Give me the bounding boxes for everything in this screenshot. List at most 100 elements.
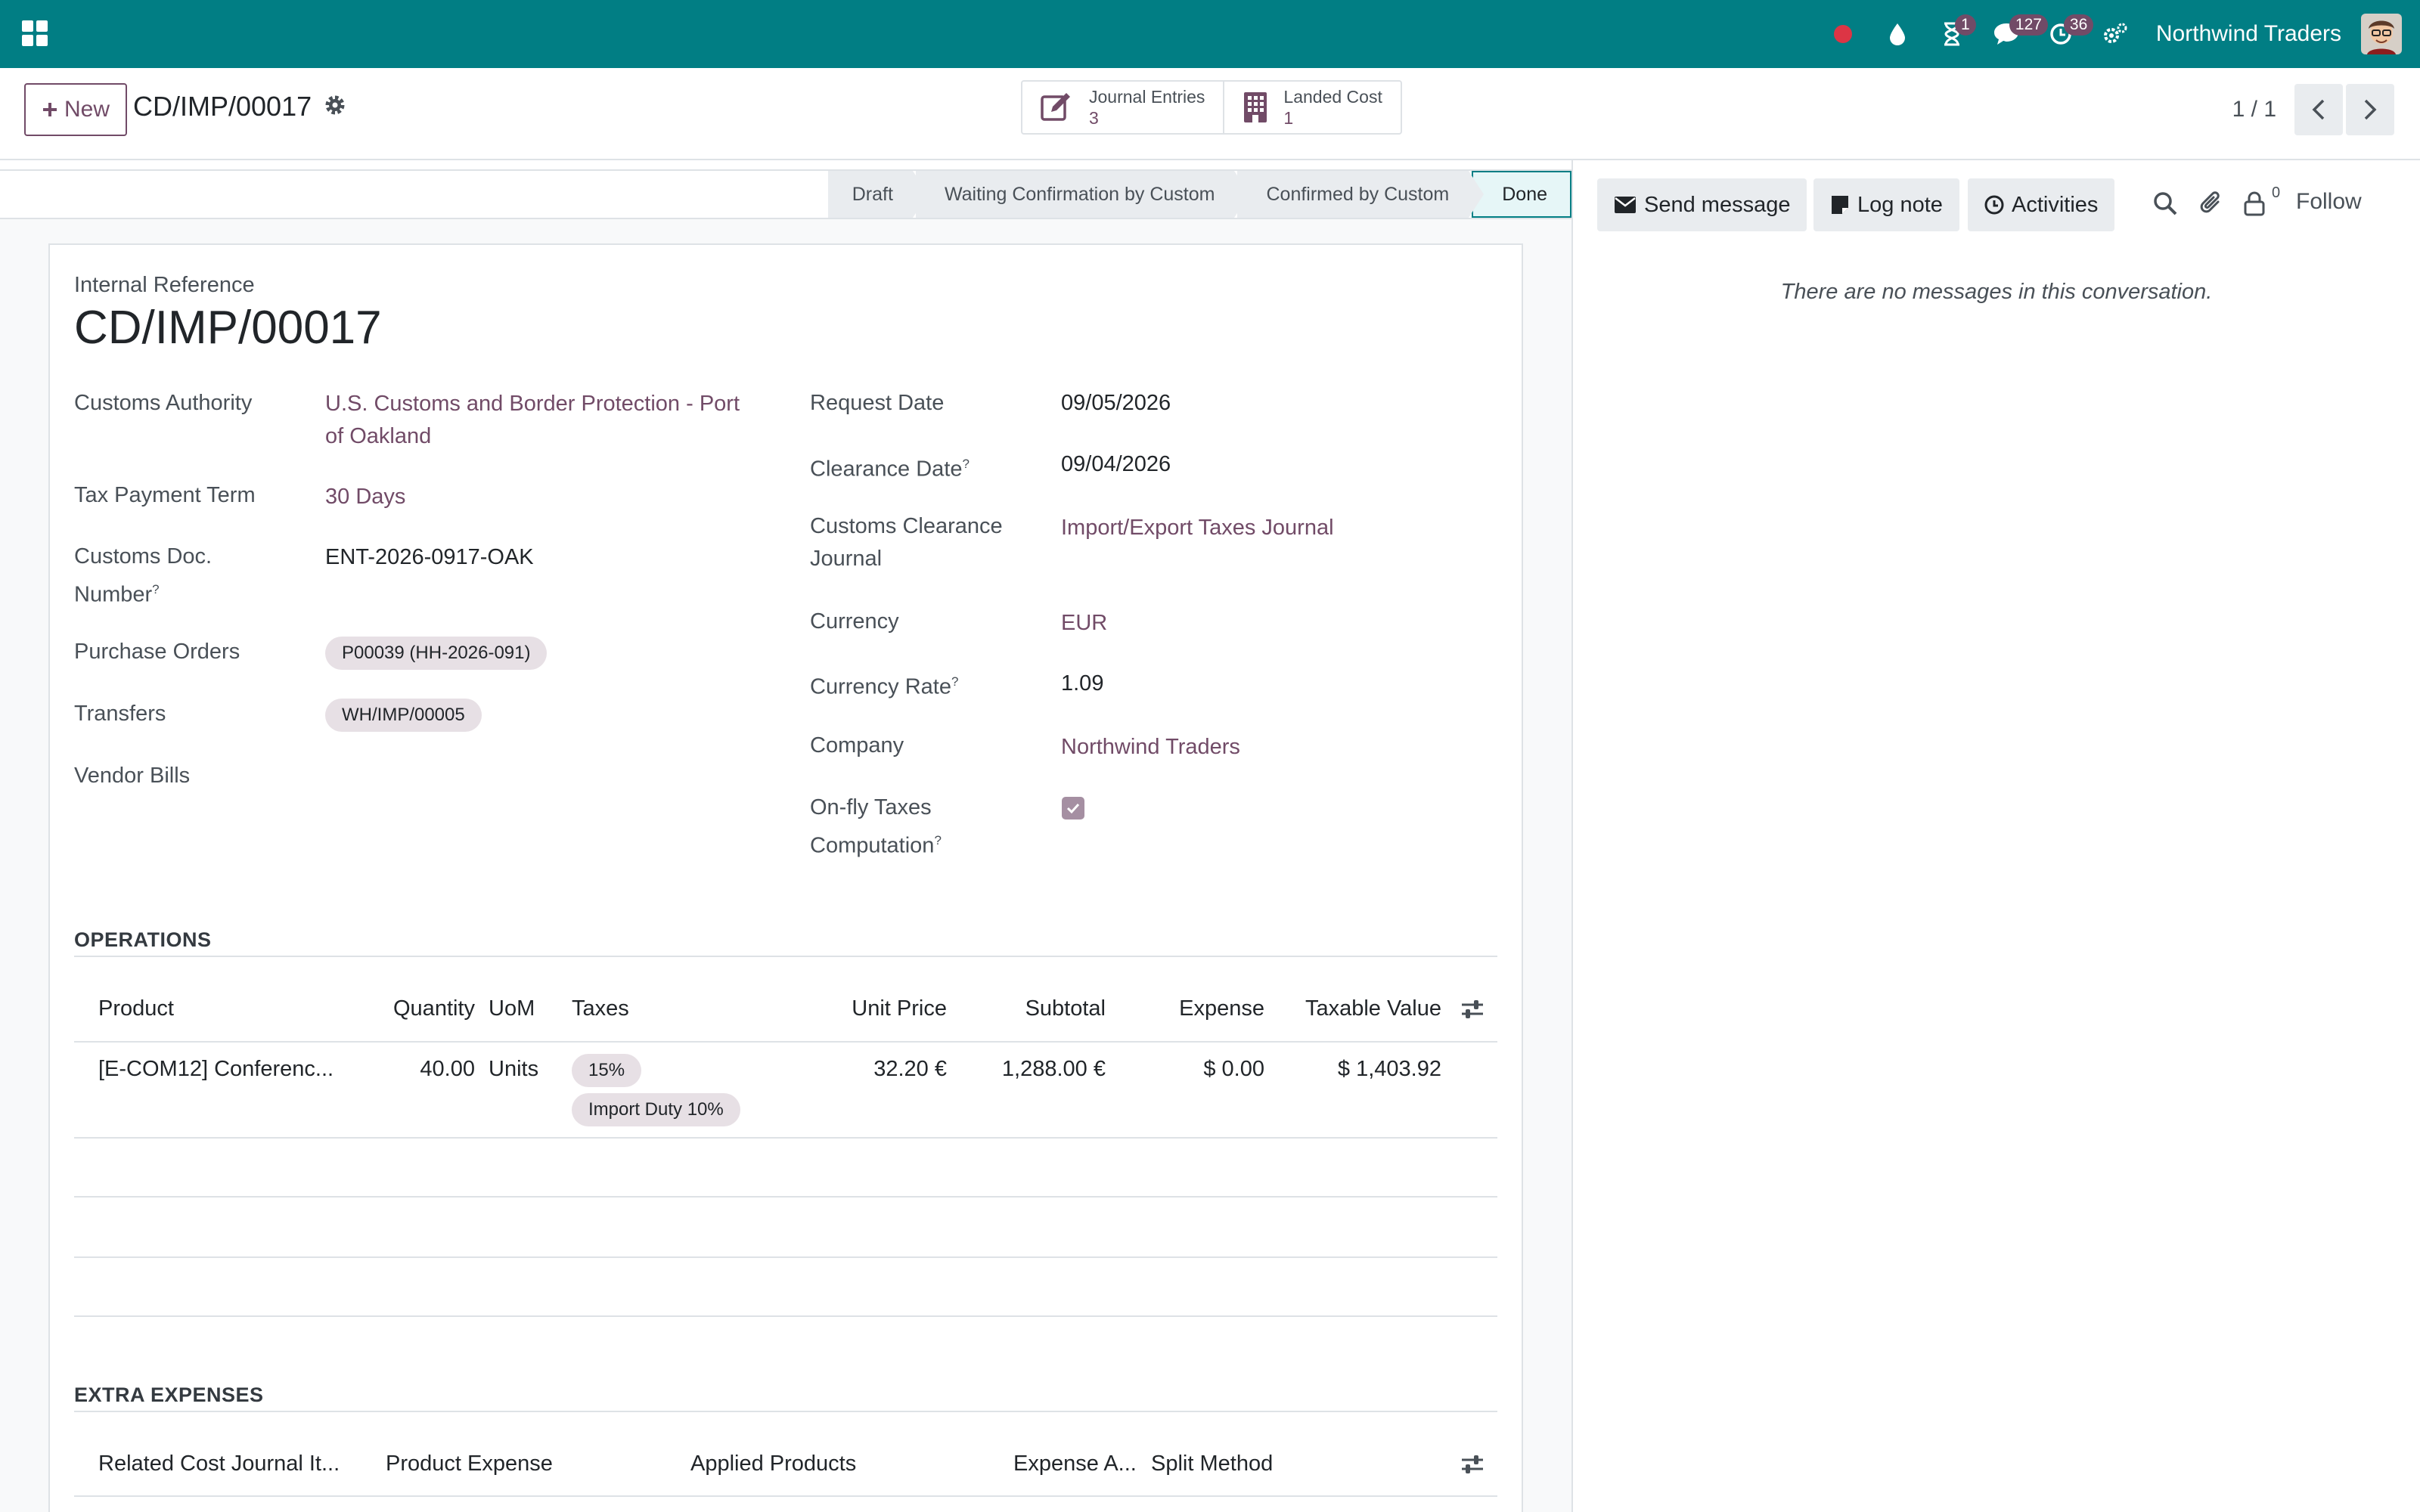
smart-button-count: 3 <box>1089 108 1099 128</box>
column-header-expense[interactable]: Expense <box>1113 996 1264 1021</box>
chat-icon[interactable]: 127 <box>1984 11 2048 57</box>
request-date-field[interactable]: 09/05/2026 <box>1061 387 1171 420</box>
currency-rate-field[interactable]: 1.09 <box>1061 668 1103 700</box>
column-header-taxes[interactable]: Taxes <box>572 996 629 1021</box>
cell-subtotal: 1,288.00 € <box>1001 1057 1106 1081</box>
currency-rate-label-text: Currency Rate <box>810 674 951 699</box>
customs-authority-field[interactable]: U.S. Customs and Border Protection - Por… <box>325 388 740 453</box>
row-divider <box>74 1137 1497 1139</box>
activity-badge: 1 <box>1954 14 1976 36</box>
smart-button-label: Landed Cost <box>1283 87 1382 107</box>
column-header-expense-amount[interactable]: Expense A... <box>1013 1452 1137 1476</box>
record-dot-icon[interactable] <box>1820 11 1866 57</box>
activities-label: Activities <box>2012 192 2099 217</box>
extra-expenses-divider <box>74 1411 1497 1412</box>
clearance-date-label: Clearance Date? <box>810 448 970 486</box>
droplet-icon[interactable] <box>1875 11 1920 57</box>
navbar-systray: 1 127 36 Northwind Traders <box>1811 0 2402 68</box>
activities-button[interactable]: Activities <box>1968 178 2115 231</box>
pager-next-button[interactable] <box>2346 84 2394 135</box>
cell-taxable-value: $ 1,403.92 <box>1337 1057 1441 1081</box>
company-field[interactable]: Northwind Traders <box>1061 731 1240 764</box>
help-icon[interactable]: ? <box>951 674 958 689</box>
onfly-taxes-label: On-fly Taxes Computation? <box>810 792 942 863</box>
company-switcher[interactable]: Northwind Traders <box>2156 21 2341 47</box>
column-header-related-cost[interactable]: Related Cost Journal It... <box>98 1452 340 1476</box>
column-header-quantity[interactable]: Quantity <box>355 996 475 1021</box>
column-header-split-method[interactable]: Split Method <box>1151 1452 1273 1476</box>
stage-done[interactable]: Done <box>1472 171 1571 218</box>
smart-buttons: Journal Entries 3 Landed Cost 1 <box>1021 80 1402 135</box>
column-header-subtotal[interactable]: Subtotal <box>954 996 1106 1021</box>
cell-uom: Units <box>489 1057 539 1081</box>
customs-doc-label-line1: Customs Doc. <box>74 544 213 569</box>
status-bar: Draft Waiting Confirmation by Custom Con… <box>0 169 1571 219</box>
top-navbar: 1 127 36 Northwind Traders <box>0 0 2420 68</box>
journal-label-line2: Journal <box>810 547 883 571</box>
column-header-product[interactable]: Product <box>98 996 174 1021</box>
tax-tag[interactable]: Import Duty 10% <box>572 1093 740 1126</box>
customs-doc-number-label: Customs Doc. Number? <box>74 541 212 612</box>
send-message-button[interactable]: Send message <box>1597 178 1807 231</box>
log-note-button[interactable]: Log note <box>1813 178 1959 231</box>
landed-cost-smart-button[interactable]: Landed Cost 1 <box>1223 82 1400 133</box>
clearance-date-field[interactable]: 09/04/2026 <box>1061 448 1171 481</box>
new-button-label: New <box>64 97 110 122</box>
stage-waiting-confirmation[interactable]: Waiting Confirmation by Custom <box>915 171 1250 218</box>
empty-conversation-text: There are no messages in this conversati… <box>1780 280 2213 304</box>
breadcrumb-record-title: CD/IMP/00017 <box>133 91 312 122</box>
settings-icon[interactable] <box>2093 11 2138 57</box>
purchase-order-tag[interactable]: P00039 (HH-2026-091) <box>325 637 548 670</box>
onfly-taxes-checkbox[interactable] <box>1062 797 1084 820</box>
row-divider <box>74 1196 1497 1198</box>
currency-field[interactable]: EUR <box>1061 607 1107 640</box>
transfers-label: Transfers <box>74 702 166 726</box>
column-header-uom[interactable]: UoM <box>489 996 535 1021</box>
row-divider <box>74 1256 1497 1258</box>
log-note-label: Log note <box>1857 192 1943 217</box>
stage-confirmed[interactable]: Confirmed by Custom <box>1237 171 1484 218</box>
follow-button[interactable]: Follow <box>2296 189 2362 215</box>
column-header-unit-price[interactable]: Unit Price <box>794 996 947 1021</box>
customs-authority-line1: U.S. Customs and Border Protection - Por… <box>325 392 740 416</box>
help-icon[interactable]: ? <box>152 582 159 596</box>
pager-value[interactable]: 1 / 1 <box>2232 97 2276 122</box>
journal-entries-smart-button[interactable]: Journal Entries 3 <box>1022 82 1223 133</box>
onfly-label-line1: On-fly Taxes <box>810 795 932 820</box>
followers-icon[interactable] <box>2243 191 2270 218</box>
user-avatar[interactable] <box>2361 14 2402 54</box>
gear-icon[interactable] <box>324 94 346 116</box>
column-header-product-expense[interactable]: Product Expense <box>386 1452 553 1476</box>
column-header-taxable-value[interactable]: Taxable Value <box>1272 996 1441 1021</box>
pager-previous-button[interactable] <box>2294 84 2343 135</box>
stage-draft[interactable]: Draft <box>827 171 929 218</box>
timer-badge: 36 <box>2063 14 2094 36</box>
new-button[interactable]: New <box>24 83 127 136</box>
cell-product: [E-COM12] Conferenc... <box>98 1057 334 1081</box>
transfer-tag[interactable]: WH/IMP/00005 <box>325 699 482 732</box>
optional-columns-icon[interactable] <box>1460 1452 1485 1477</box>
tax-payment-term-field[interactable]: 30 Days <box>325 481 405 513</box>
envelope-icon <box>1615 197 1636 213</box>
help-icon[interactable]: ? <box>934 833 941 847</box>
apps-menu-icon[interactable] <box>21 20 48 47</box>
help-icon[interactable]: ? <box>963 457 970 471</box>
hourglass-icon[interactable]: 1 <box>1929 11 1976 57</box>
currency-rate-label: Currency Rate? <box>810 665 958 704</box>
customs-clearance-journal-field[interactable]: Import/Export Taxes Journal <box>1061 512 1334 544</box>
optional-columns-icon[interactable] <box>1460 996 1485 1022</box>
column-header-applied-products[interactable]: Applied Products <box>690 1452 856 1476</box>
timer-icon[interactable]: 36 <box>2038 11 2094 57</box>
customs-doc-number-field[interactable]: ENT-2026-0917-OAK <box>325 541 534 574</box>
pager: 1 / 1 <box>2232 83 2394 136</box>
smart-button-label: Journal Entries <box>1089 87 1205 107</box>
paperclip-icon[interactable] <box>2199 191 2226 218</box>
control-panel: New CD/IMP/00017 Journal Entries 3 Lande… <box>0 68 2420 160</box>
search-icon[interactable] <box>2152 191 2180 218</box>
internal-reference-field[interactable]: CD/IMP/00017 <box>74 301 382 355</box>
chatter-panel <box>1571 160 2420 1512</box>
tax-tag[interactable]: 15% <box>572 1054 642 1087</box>
customs-clearance-journal-label: Customs Clearance Journal <box>810 510 1003 575</box>
journal-label-line1: Customs Clearance <box>810 514 1003 538</box>
chevron-left-icon <box>2312 99 2325 120</box>
